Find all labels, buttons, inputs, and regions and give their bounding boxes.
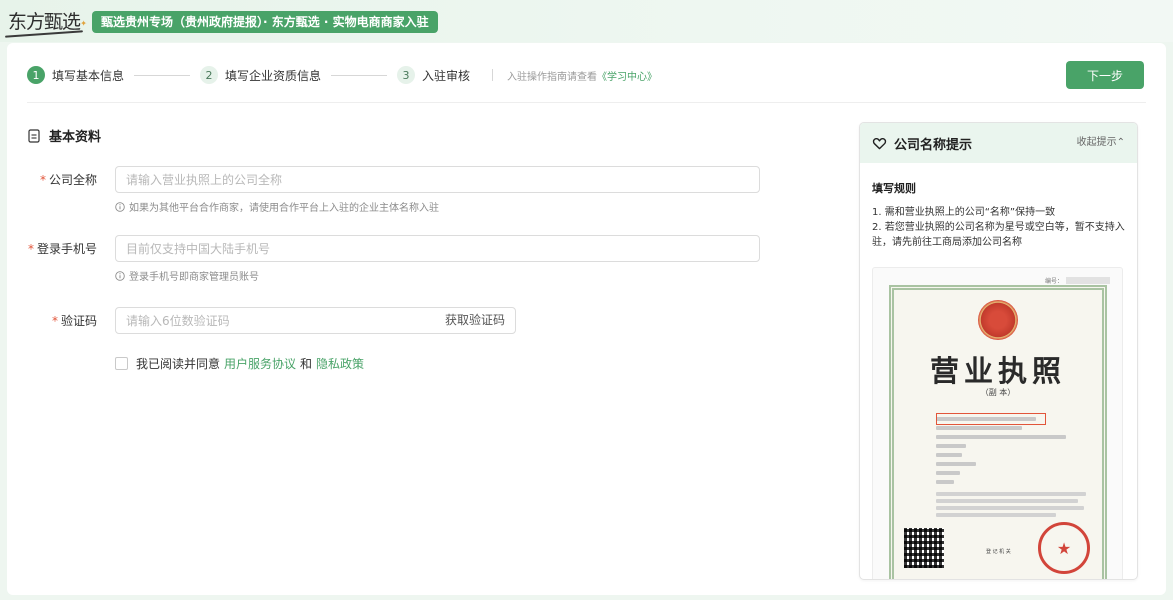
verification-code-field: 获取验证码 [115,307,516,334]
agreement-checkbox[interactable] [115,357,128,370]
company-name-label: * 公司全称 [7,166,97,194]
header-divider [27,102,1146,103]
step-number: 3 [397,66,416,84]
label-text: 登录手机号 [36,242,97,256]
registration-authority: 登 记 机 关 [986,549,1011,555]
qr-code [904,528,944,568]
blurred-number [1066,277,1110,284]
get-code-button[interactable]: 获取验证码 [445,308,505,333]
progress-steps: 1 填写基本信息 2 填写企业资质信息 3 入驻审核 入驻操作指南请查看《学习中… [27,65,657,85]
guide-text: 入驻操作指南请查看《学习中心》 [507,68,657,83]
rule-item: 1. 需和营业执照上的公司“名称”保持一致 [872,207,1056,218]
license-field [904,468,1066,477]
company-name-hint: 如果为其他平台合作商家，请使用合作平台上入驻的企业主体名称入驻 [115,199,439,214]
license-body-text [936,492,1086,520]
license-subtitle: （副 本） [980,388,1016,397]
hint-text: 如果为其他平台合作商家，请使用合作平台上入驻的企业主体名称入驻 [129,203,439,214]
rule-item: 2. 若您营业执照的公司名称为星号或空白等，暂不支持入驻，请先前往工商局添加公司… [872,222,1125,248]
license-field [904,432,1066,441]
required-mark: * [51,314,58,328]
logo-text: 东方甄选 [8,11,81,33]
rules-list: 1. 需和营业执照上的公司“名称”保持一致 2. 若您营业执照的公司名称为星号或… [872,205,1128,250]
agreement-row: 我已阅读并同意 用户服务协议 和 隐私政策 [115,355,368,372]
license-field [904,450,1066,459]
license-field [904,459,1066,468]
step-number: 1 [27,66,45,84]
step-label: 入驻审核 [422,68,471,83]
company-name-tips-panel: 公司名称提示 收起提示⌃ 填写规则 1. 需和营业执照上的公司“名称”保持一致 … [859,122,1138,580]
top-bar: 东方甄选 ✦ 甄选贵州专场（贵州政府提报）· 东方甄选 · 实物电商商家入驻 [0,0,1173,42]
step-3: 3 入驻审核 [397,66,470,84]
verification-code-label: * 验证码 [7,307,97,335]
step-label: 填写基本信息 [52,68,125,83]
step-connector [331,74,388,76]
phone-hint: 登录手机号即商家管理员账号 [115,268,259,283]
privacy-policy-link[interactable]: 隐私政策 [316,355,364,372]
business-license-sample: 编号： 营业执照 （副 本） 登 记 机 关 ★ [872,267,1123,579]
step-label: 填写企业资质信息 [225,68,322,83]
agreement-and: 和 [300,357,313,371]
license-number-label: 编号： [1044,278,1063,285]
company-name-highlight [936,413,1046,425]
step-connector [134,74,191,76]
phone-label: * 登录手机号 [7,235,97,263]
panel-title: 公司名称提示 [894,137,973,153]
panel-header: 公司名称提示 收起提示⌃ [860,123,1137,163]
license-number: 编号： [1045,276,1110,285]
license-field [904,477,1066,486]
step-1: 1 填写基本信息 [27,66,124,84]
phone-input[interactable] [115,235,760,262]
company-name-input[interactable] [115,166,760,193]
agreement-text: 我已阅读并同意 [136,357,221,371]
rules-title: 填写规则 [872,182,916,195]
info-icon [115,201,125,212]
required-mark: * [27,242,34,256]
step-separator [492,69,494,81]
heart-icon [872,137,887,149]
national-emblem-icon [978,300,1018,340]
guide-prefix: 入驻操作指南请查看 [507,71,598,83]
license-frame: 营业执照 （副 本） 登 记 机 关 ★ [889,285,1107,579]
collapse-tips-button[interactable]: 收起提示⌃ [1077,123,1125,163]
section-title: 基本资料 [27,126,101,145]
hint-text: 登录手机号即商家管理员账号 [129,272,259,283]
learning-center-link[interactable]: 《学习中心》 [597,72,657,83]
section-title-text: 基本资料 [49,130,102,145]
dongfang-zhenxuan-logo[interactable]: 东方甄选 ✦ [5,6,88,38]
official-seal-icon: ★ [1038,522,1090,574]
next-step-button[interactable]: 下一步 [1066,61,1144,89]
label-text: 验证码 [60,314,97,328]
verification-code-input[interactable] [116,308,416,333]
required-mark: * [39,173,46,187]
step-2: 2 填写企业资质信息 [200,66,321,84]
license-title: 营业执照 [929,354,1066,388]
license-field [904,441,1066,450]
main-card: 1 填写基本信息 2 填写企业资质信息 3 入驻审核 入驻操作指南请查看《学习中… [7,43,1166,595]
info-icon [115,270,125,281]
user-agreement-link[interactable]: 用户服务协议 [224,355,296,372]
sparkle-icon: ✦ [80,19,87,28]
step-number: 2 [200,66,219,84]
label-text: 公司全称 [48,173,97,187]
program-banner: 甄选贵州专场（贵州政府提报）· 东方甄选 · 实物电商商家入驻 [92,11,438,33]
document-icon [28,128,40,143]
